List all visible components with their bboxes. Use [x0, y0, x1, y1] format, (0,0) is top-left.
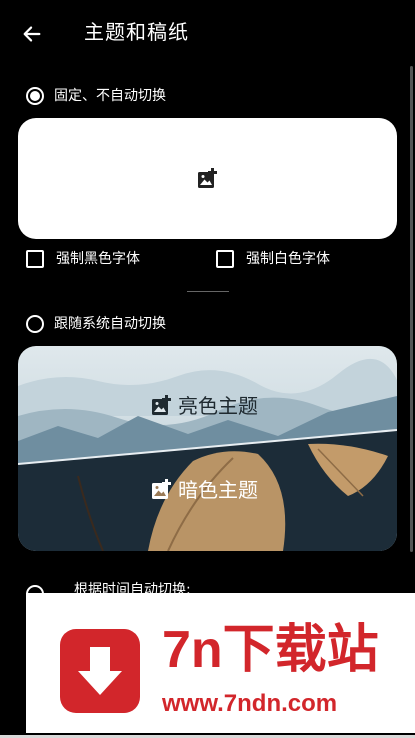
- page-title: 主题和稿纸: [84, 20, 189, 44]
- radio-fixed[interactable]: 固定、不自动切换: [26, 86, 166, 106]
- checkbox-box: [26, 250, 44, 268]
- arrow-left-icon: [23, 26, 41, 42]
- download-logo-icon: [60, 629, 140, 713]
- radio-follow-system-label: 跟随系统自动切换: [54, 316, 166, 332]
- theme-preview-image: [18, 346, 397, 551]
- light-theme-label: 亮色主题: [178, 394, 258, 418]
- radio-fixed-label: 固定、不自动切换: [54, 88, 166, 104]
- checkbox-box: [216, 250, 234, 268]
- dark-theme-label: 暗色主题: [178, 478, 258, 502]
- ad-title: 7n下载站: [162, 621, 379, 679]
- add-image-icon: [152, 395, 171, 415]
- fixed-theme-card[interactable]: [18, 118, 397, 239]
- light-theme-option[interactable]: 亮色主题: [150, 393, 258, 419]
- checkbox-force-black-label: 强制黑色字体: [56, 251, 140, 267]
- checkbox-force-black[interactable]: 强制黑色字体: [26, 249, 140, 269]
- radio-follow-system[interactable]: 跟随系统自动切换: [26, 314, 166, 334]
- ad-url: www.7ndn.com: [162, 690, 338, 717]
- checkbox-force-white[interactable]: 强制白色字体: [216, 249, 330, 269]
- add-image-icon: [152, 479, 171, 499]
- dark-theme-option[interactable]: 暗色主题: [150, 477, 258, 503]
- add-image-icon: [197, 167, 217, 188]
- divider: [187, 291, 229, 292]
- theme-preview-card[interactable]: [18, 346, 397, 551]
- radio-indicator-selected: [26, 87, 44, 105]
- radio-indicator: [26, 315, 44, 333]
- scrollbar[interactable]: [410, 66, 413, 552]
- checkbox-force-white-label: 强制白色字体: [246, 251, 330, 267]
- back-button[interactable]: [14, 16, 50, 52]
